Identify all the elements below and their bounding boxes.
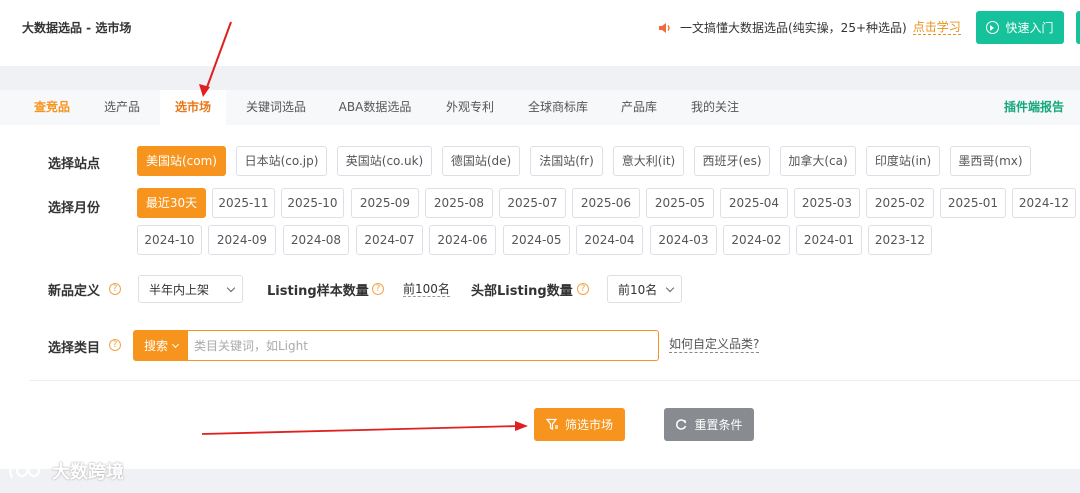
- help-icon[interactable]: ?: [109, 339, 121, 351]
- site-chip[interactable]: 日本站(co.jp): [236, 146, 327, 176]
- sample-label: Listing样本数量: [267, 284, 369, 299]
- play-circle-icon: [986, 21, 1000, 34]
- site-label: 选择站点: [48, 157, 101, 172]
- month-chip[interactable]: 2025-05: [646, 188, 714, 218]
- month-chip[interactable]: 2024-12: [1012, 188, 1076, 218]
- tab-keyword[interactable]: 关键词选品: [238, 90, 314, 125]
- site-chip[interactable]: 德国站(de): [442, 146, 520, 176]
- divider: [30, 380, 1080, 381]
- refresh-icon: [676, 419, 687, 430]
- month-chip[interactable]: 2024-03: [650, 225, 717, 255]
- tab-trademark[interactable]: 全球商标库: [520, 90, 596, 125]
- tab-product-library[interactable]: 产品库: [612, 90, 666, 125]
- watermark-text: 大数跨境: [52, 462, 124, 483]
- top-listing-select[interactable]: 前10名: [607, 275, 682, 303]
- new-product-select[interactable]: 半年内上架: [138, 275, 243, 303]
- tab-aba[interactable]: ABA数据选品: [330, 90, 420, 125]
- custom-category-link[interactable]: 如何自定义品类?: [669, 337, 760, 353]
- month-chip[interactable]: 2024-01: [796, 225, 862, 255]
- promo-text: 一文搞懂大数据选品(纯实操，25+种选品): [680, 21, 907, 35]
- filter-market-label: 筛选市场: [564, 418, 613, 432]
- site-chip[interactable]: 英国站(co.uk): [337, 146, 432, 176]
- quick-start-label: 快速入门: [1005, 21, 1054, 35]
- month-chip[interactable]: 2025-09: [351, 188, 419, 218]
- chevron-down-icon: [665, 283, 675, 293]
- sample-value[interactable]: 前100名: [403, 282, 450, 297]
- tab-competitor[interactable]: 查竞品: [26, 90, 78, 125]
- month-chip[interactable]: 2025-06: [572, 188, 640, 218]
- partial-button[interactable]: [1076, 11, 1080, 44]
- month-chip[interactable]: 2024-06: [429, 225, 496, 255]
- month-chip[interactable]: 2025-11: [212, 188, 275, 218]
- tab-my-follow[interactable]: 我的关注: [682, 90, 748, 125]
- month-chip[interactable]: 2024-09: [208, 225, 276, 255]
- search-mode-dropdown[interactable]: 搜索: [134, 331, 188, 360]
- main-tabs: 查竞品 选产品 选市场 关键词选品 ABA数据选品 外观专利 全球商标库 产品库…: [0, 90, 1080, 125]
- tab-market[interactable]: 选市场: [160, 90, 226, 125]
- top-listing-label: 头部Listing数量: [471, 284, 573, 299]
- help-icon[interactable]: ?: [577, 283, 589, 295]
- chevron-down-icon: [171, 340, 180, 348]
- month-chip[interactable]: 2023-12: [868, 225, 932, 255]
- site-chip[interactable]: 法国站(fr): [530, 146, 603, 176]
- month-chip[interactable]: 2024-02: [723, 225, 790, 255]
- category-search-input[interactable]: [194, 331, 654, 360]
- month-chip[interactable]: 2025-01: [940, 188, 1006, 218]
- watermark-logo-icon: [9, 463, 40, 479]
- month-chip[interactable]: 2024-07: [356, 225, 423, 255]
- tab-plugin-report[interactable]: 插件端报告: [994, 90, 1074, 125]
- site-chip[interactable]: 西班牙(es): [694, 146, 770, 176]
- promo-banner: 一文搞懂大数据选品(纯实操，25+种选品) 点击学习: [658, 19, 961, 36]
- month-chip[interactable]: 2025-04: [720, 188, 788, 218]
- speaker-icon: [659, 22, 670, 33]
- month-chip[interactable]: 最近30天: [137, 188, 206, 218]
- filter-panel: 选择站点 美国站(com) 日本站(co.jp) 英国站(co.uk) 德国站(…: [0, 125, 1080, 469]
- category-search: 搜索: [133, 330, 659, 361]
- quick-start-button[interactable]: 快速入门: [976, 11, 1064, 44]
- site-chip[interactable]: 美国站(com): [137, 146, 226, 176]
- page-title: 大数据选品 - 选市场: [22, 21, 132, 35]
- site-chip[interactable]: 墨西哥(mx): [950, 146, 1031, 176]
- help-icon[interactable]: ?: [109, 283, 121, 295]
- filter-market-button[interactable]: 筛选市场: [534, 408, 625, 441]
- month-chip[interactable]: 2025-07: [499, 188, 566, 218]
- month-chip[interactable]: 2024-08: [283, 225, 349, 255]
- definition-label: 新品定义: [48, 284, 101, 299]
- month-chip[interactable]: 2024-10: [137, 225, 202, 255]
- tab-product[interactable]: 选产品: [96, 90, 148, 125]
- month-label: 选择月份: [48, 201, 101, 216]
- help-icon[interactable]: ?: [372, 283, 384, 295]
- promo-learn-link[interactable]: 点击学习: [912, 20, 961, 35]
- month-chip[interactable]: 2025-03: [794, 188, 860, 218]
- new-product-value: 半年内上架: [149, 282, 210, 297]
- month-chip[interactable]: 2025-02: [866, 188, 934, 218]
- site-chip[interactable]: 意大利(it): [613, 146, 684, 176]
- chevron-down-icon: [226, 283, 236, 293]
- search-mode-label: 搜索: [143, 339, 168, 353]
- category-label: 选择类目: [48, 341, 101, 356]
- filter-icon: [545, 418, 558, 430]
- tab-design-patent[interactable]: 外观专利: [436, 90, 504, 125]
- month-chip[interactable]: 2024-05: [503, 225, 570, 255]
- reset-conditions-label: 重置条件: [694, 418, 743, 432]
- site-chip[interactable]: 加拿大(ca): [780, 146, 856, 176]
- reset-conditions-button[interactable]: 重置条件: [664, 408, 754, 441]
- top-bar: 大数据选品 - 选市场 一文搞懂大数据选品(纯实操，25+种选品) 点击学习 快…: [0, 0, 1080, 66]
- top-listing-value: 前10名: [618, 282, 658, 297]
- watermark: 大数跨境: [8, 458, 124, 484]
- month-chip[interactable]: 2025-10: [281, 188, 344, 218]
- month-chip[interactable]: 2024-04: [576, 225, 643, 255]
- month-chip[interactable]: 2025-08: [425, 188, 493, 218]
- site-chip[interactable]: 印度站(in): [866, 146, 940, 176]
